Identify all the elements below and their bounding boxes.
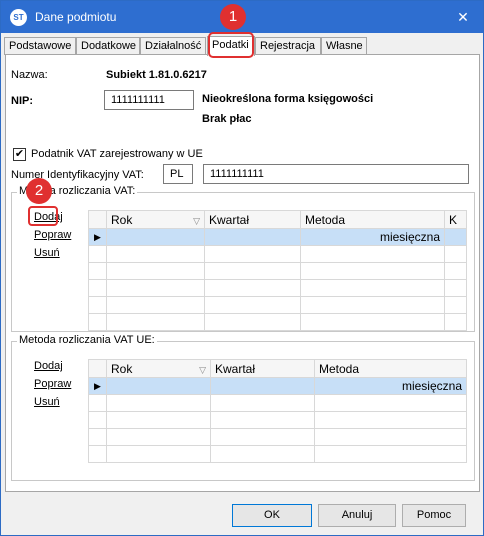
column-header-rok[interactable]: Rok ▽ (106, 359, 211, 378)
tab-dzialalnosc[interactable]: Działalność (140, 37, 206, 55)
dodaj-highlight-frame (28, 206, 58, 226)
row-indicator-header (88, 210, 107, 229)
column-header-kwartal[interactable]: Kwartał (204, 210, 301, 229)
nip-field[interactable]: 1111111111 (104, 90, 194, 110)
nip-label: NIP: (11, 95, 33, 107)
vat-edit-link[interactable]: Popraw (34, 229, 71, 241)
table-row-empty[interactable] (88, 428, 467, 446)
vat-ue-edit-link[interactable]: Popraw (34, 378, 71, 390)
placa-text: Brak płac (202, 113, 252, 125)
close-icon[interactable]: ✕ (449, 5, 477, 29)
tab-highlight-frame (208, 32, 254, 58)
vat-method-table: Rok ▽ Kwartał Metoda K ▶ miesięczna (88, 210, 467, 331)
column-header-metoda[interactable]: Metoda (300, 210, 445, 229)
step-badge-2: 2 (26, 178, 52, 204)
vat-ue-method-group-title: Metoda rozliczania VAT UE: (17, 334, 157, 346)
table-row[interactable]: ▶ miesięczna (88, 228, 467, 246)
vat-ue-method-group: Metoda rozliczania VAT UE: Dodaj Popraw … (11, 334, 475, 481)
numer-vat-field[interactable]: 1111111111 (203, 164, 469, 184)
help-button[interactable]: Pomoc (402, 504, 466, 527)
tab-dodatkowe[interactable]: Dodatkowe (76, 37, 140, 55)
forma-ksiegowosci-text: Nieokreślona forma księgowości (202, 93, 374, 105)
cell-metoda[interactable]: miesięczna (314, 377, 467, 395)
tab-wlasne[interactable]: Własne (321, 37, 367, 55)
table-row-empty[interactable] (88, 262, 467, 280)
nazwa-label: Nazwa: (11, 69, 48, 81)
country-code-field[interactable]: PL (163, 164, 193, 184)
cell-k[interactable] (444, 228, 467, 246)
table-row-empty[interactable] (88, 279, 467, 297)
table-row-empty[interactable] (88, 313, 467, 331)
current-row-arrow-icon: ▶ (88, 228, 107, 246)
vat-method-group: Metoda rozliczania VAT: Dodaj Popraw Usu… (11, 185, 475, 332)
column-header-k[interactable]: K (444, 210, 467, 229)
column-header-metoda[interactable]: Metoda (314, 359, 467, 378)
table-row-empty[interactable] (88, 245, 467, 263)
vat-ue-add-link[interactable]: Dodaj (34, 360, 63, 372)
sort-icon: ▽ (199, 364, 206, 375)
dialog-window: ST Dane podmiotu ✕ Podstawowe Dodatkowe … (0, 0, 484, 536)
vat-ue-checkbox-label: Podatnik VAT zarejestrowany w UE (31, 148, 203, 160)
column-header-kwartal[interactable]: Kwartał (210, 359, 315, 378)
table-row-empty[interactable] (88, 296, 467, 314)
sort-icon: ▽ (193, 215, 200, 226)
rok-header-label: Rok (111, 361, 133, 376)
app-logo-icon: ST (10, 9, 27, 26)
cancel-button[interactable]: Anuluj (318, 504, 396, 527)
vat-ue-delete-link[interactable]: Usuń (34, 396, 60, 408)
rok-header-label: Rok (111, 212, 133, 227)
vat-ue-method-table: Rok ▽ Kwartał Metoda ▶ miesięczna (88, 359, 467, 463)
cell-kwartal[interactable] (204, 228, 301, 246)
cell-metoda[interactable]: miesięczna (300, 228, 445, 246)
nazwa-value: Subiekt 1.81.0.6217 (106, 69, 207, 81)
cell-rok[interactable] (106, 377, 211, 395)
step-badge-1: 1 (220, 4, 246, 30)
row-indicator-header (88, 359, 107, 378)
cell-kwartal[interactable] (210, 377, 315, 395)
tab-page-podatki: Nazwa: Subiekt 1.81.0.6217 NIP: 11111111… (5, 54, 480, 492)
table-row-empty[interactable] (88, 445, 467, 463)
ok-button[interactable]: OK (232, 504, 312, 527)
tab-rejestracja[interactable]: Rejestracja (255, 37, 321, 55)
table-header: Rok ▽ Kwartał Metoda (88, 359, 467, 378)
table-header: Rok ▽ Kwartał Metoda K (88, 210, 467, 229)
tab-podstawowe[interactable]: Podstawowe (4, 37, 76, 55)
vat-delete-link[interactable]: Usuń (34, 247, 60, 259)
column-header-rok[interactable]: Rok ▽ (106, 210, 205, 229)
cell-rok[interactable] (106, 228, 205, 246)
window-title: Dane podmiotu (35, 10, 117, 24)
vat-ue-checkbox[interactable]: ✔ (13, 148, 26, 161)
table-row-empty[interactable] (88, 394, 467, 412)
table-row-empty[interactable] (88, 411, 467, 429)
current-row-arrow-icon: ▶ (88, 377, 107, 395)
table-row[interactable]: ▶ miesięczna (88, 377, 467, 395)
